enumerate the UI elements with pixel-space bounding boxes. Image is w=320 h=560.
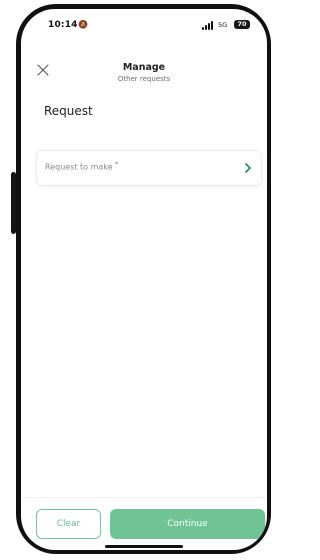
continue-button[interactable]: Continue xyxy=(110,509,265,539)
battery-icon: 70 xyxy=(234,20,250,29)
home-indicator xyxy=(105,545,183,548)
status-bar: 10:14 🔕 5G 70 xyxy=(21,9,267,35)
bell-muted-icon: 🔕 xyxy=(78,20,88,29)
clear-button[interactable]: Clear xyxy=(36,509,101,539)
screen: 10:14 🔕 5G 70 Manage Other requests Requ… xyxy=(21,9,267,550)
required-mark: * xyxy=(115,161,119,168)
signal-icon xyxy=(202,21,216,30)
page-subtitle: Other requests xyxy=(117,75,171,83)
chevron-right-icon xyxy=(245,163,251,173)
phone-side-button xyxy=(11,172,16,234)
network-type: 5G xyxy=(218,21,228,29)
bottom-divider xyxy=(21,497,267,498)
status-time: 10:14 xyxy=(48,20,78,30)
request-to-make-field[interactable]: Request to make * xyxy=(36,150,262,186)
section-title: Request xyxy=(44,104,93,118)
page-title: Manage xyxy=(122,62,166,73)
request-field-label-text: Request to make xyxy=(45,162,113,172)
request-field-label: Request to make * xyxy=(45,161,118,172)
